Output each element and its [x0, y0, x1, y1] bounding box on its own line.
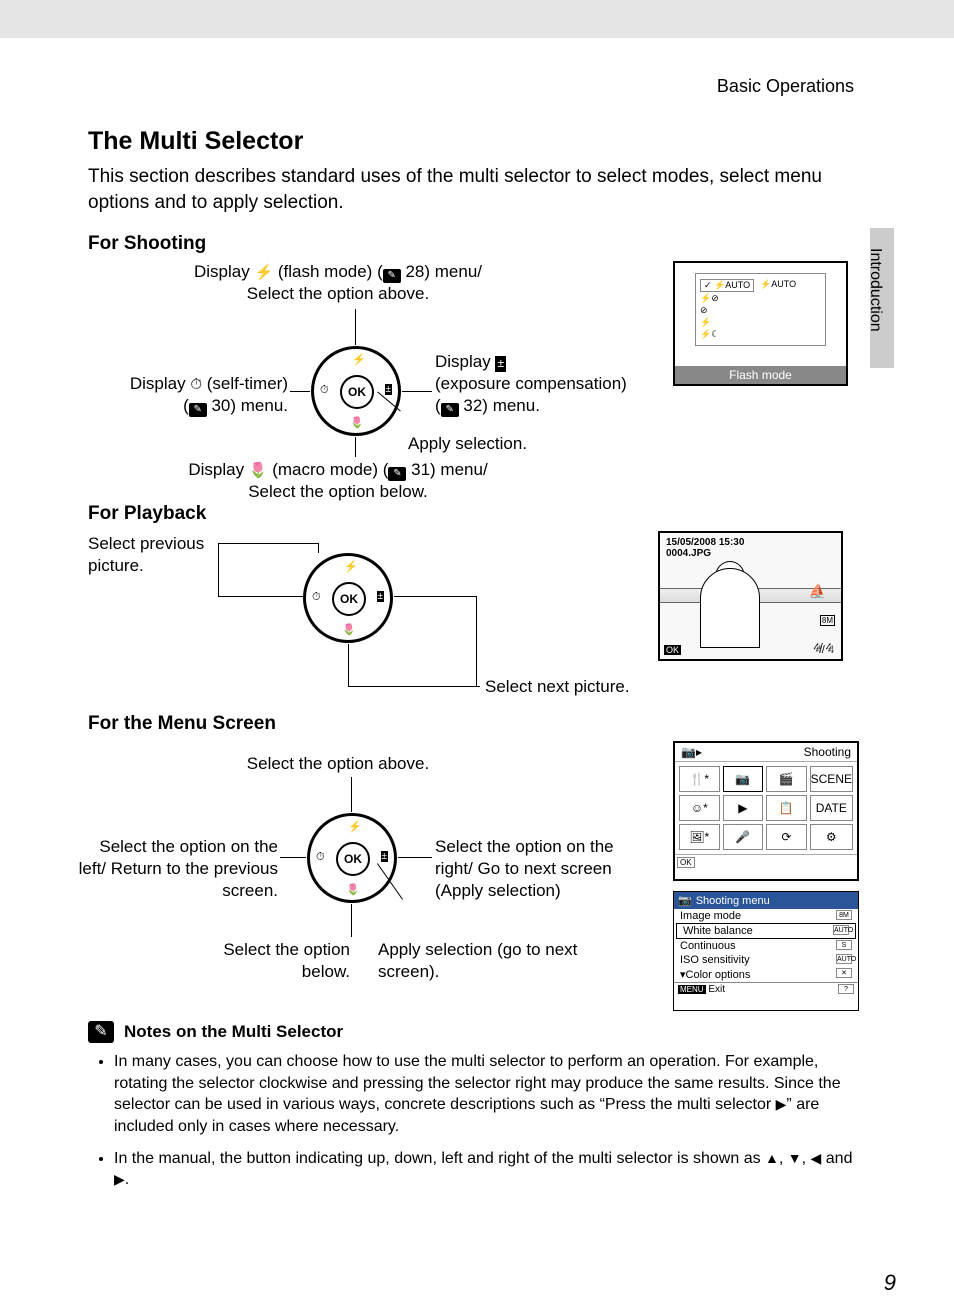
menu-item: ContinuousS — [674, 939, 858, 953]
playback-sailboat-icon: ⛵ — [809, 583, 826, 600]
down-arrow-icon: ▼ — [788, 1150, 802, 1166]
shooting-menu-title: Shooting menu — [696, 895, 770, 907]
right-arrow-icon: ▶ — [114, 1171, 125, 1187]
mode-cell: 🎬 — [766, 766, 807, 792]
menu-heading: For the Menu Screen — [88, 713, 866, 735]
shooting-top-annotation: Display ⚡ (flash mode) (✎ 28) menu/ Sele… — [148, 261, 528, 305]
mode-cell: 🍴* — [679, 766, 720, 792]
notes-icon: ✎ — [88, 1021, 114, 1043]
section-header: Basic Operations — [0, 38, 954, 97]
flash-mode-caption: Flash mode — [675, 366, 846, 384]
playback-diagram: Select previous picture. Select next pic… — [88, 531, 866, 701]
page-ref-icon: ✎ — [189, 403, 207, 417]
flash-option: ⚡AUTO — [760, 279, 796, 292]
camera-icon: 📷▸ — [681, 745, 702, 759]
dial-timer-icon: ⏱ — [320, 384, 329, 397]
help-icon: ? — [838, 984, 854, 994]
shooting-left-annotation: Display ⏱ (self-timer) (✎ 30) menu. — [78, 373, 288, 417]
menu-top-annotation: Select the option above. — [208, 753, 468, 775]
shooting-apply-annotation: Apply selection. — [408, 433, 527, 455]
menu-diagram: Select the option above. Select the opti… — [88, 741, 866, 1011]
page-ref-icon: ✎ — [383, 269, 401, 283]
playback-next-annotation: Select next picture. — [485, 676, 630, 698]
multi-selector-dial: ⚡ 🌷 ⏱ ± OK — [307, 813, 397, 903]
playback-counter: 4/ 4 — [815, 643, 833, 655]
flash-option: ⊘ — [700, 305, 708, 316]
intro-text: This section describes standard uses of … — [88, 164, 866, 215]
macro-icon: 🌷 — [249, 461, 268, 481]
menu-apply-annotation: Apply selection (go to next screen). — [378, 939, 578, 983]
flash-option-selected: ✓ ⚡AUTO — [700, 279, 754, 292]
flash-option: ⚡☾ — [700, 329, 719, 340]
menu-item-selected: White balanceAUTO — [676, 923, 856, 939]
dial-macro-icon: 🌷 — [350, 416, 364, 429]
ok-button: OK — [336, 842, 370, 876]
mode-cell: ☺* — [679, 795, 720, 821]
up-arrow-icon: ▲ — [765, 1150, 779, 1166]
menu-item: ▾Color options✕ — [674, 967, 858, 982]
mode-cell: ⚙ — [810, 824, 853, 850]
dial-exp-icon: ± — [385, 384, 393, 395]
right-arrow-icon: ▶ — [776, 1096, 787, 1112]
shooting-menu-screen: 📷 Shooting menu Image mode8M White balanc… — [673, 891, 859, 1011]
mode-cell: 📋 — [766, 795, 807, 821]
menu-left-annotation: Select the option on the left/ Return to… — [78, 836, 278, 902]
playback-timestamp: 15/05/2008 15:300004.JPG — [666, 537, 744, 559]
menu-badge: MENU — [678, 985, 706, 994]
flash-icon: ⚡ — [254, 263, 273, 283]
shooting-right-annotation: Display ± (exposure compensation) (✎ 32)… — [435, 351, 665, 417]
notes-header: ✎ Notes on the Multi Selector — [88, 1021, 866, 1043]
mode-grid-title: Shooting — [804, 745, 851, 759]
playback-person-body — [700, 568, 760, 648]
menu-right-annotation: Select the option on the right/ Go to ne… — [435, 836, 645, 902]
page-number: 9 — [884, 1270, 896, 1296]
multi-selector-dial: ⚡ 🌷 ⏱ ± OK — [303, 553, 393, 643]
menu-item: Image mode8M — [674, 909, 858, 923]
page-ref-icon: ✎ — [388, 467, 406, 481]
mode-cell: 🖼* — [679, 824, 720, 850]
page-title: The Multi Selector — [88, 127, 866, 156]
mode-cell-selected: 📷 — [723, 766, 764, 792]
mode-cell: ▶ — [723, 795, 764, 821]
left-arrow-icon: ◀ — [811, 1150, 822, 1166]
menu-bottom-annotation: Select the option below. — [180, 939, 350, 983]
exposure-comp-icon: ± — [495, 356, 506, 372]
shooting-heading: For Shooting — [88, 233, 866, 255]
side-label: Introduction — [866, 248, 884, 332]
playback-screen: 15/05/2008 15:300004.JPG ⛵ 4/ 4 OK 8M — [658, 531, 843, 661]
flash-option: ⚡⊘ — [700, 293, 719, 304]
mode-cell: DATE — [810, 795, 853, 821]
mode-cell: 🎤 — [723, 824, 764, 850]
note-item: In many cases, you can choose how to use… — [114, 1051, 866, 1137]
flash-mode-screen: ✓ ⚡AUTO ⚡AUTO ⚡⊘ ⊘ ⚡ ⚡☾ Flash mode — [673, 261, 848, 386]
note-item: In the manual, the button indicating up,… — [114, 1148, 866, 1191]
ok-button: OK — [332, 582, 366, 616]
ok-badge: OK — [677, 857, 695, 868]
notes-title: Notes on the Multi Selector — [124, 1022, 343, 1042]
camera-icon: 📷 — [678, 894, 692, 907]
multi-selector-dial: ⚡ 🌷 ⏱ ± OK — [311, 346, 401, 436]
self-timer-icon: ⏱ — [190, 375, 202, 395]
playback-prev-annotation: Select previous picture. — [88, 533, 238, 577]
ok-button: OK — [340, 375, 374, 409]
page-ref-icon: ✎ — [441, 403, 459, 417]
notes-list: In many cases, you can choose how to use… — [88, 1051, 866, 1191]
mode-cell: SCENE — [810, 766, 853, 792]
flash-option: ⚡ — [700, 317, 711, 328]
mode-cell: ⟳ — [766, 824, 807, 850]
playback-ok-icon: OK — [664, 645, 681, 655]
shooting-bottom-annotation: Display 🌷 (macro mode) (✎ 31) menu/ Sele… — [118, 459, 558, 503]
mode-grid-screen: 📷▸ Shooting 🍴* 📷 🎬 SCENE ☺* ▶ 📋 DATE 🖼* 🎤… — [673, 741, 859, 881]
shooting-diagram: Display ⚡ (flash mode) (✎ 28) menu/ Sele… — [88, 261, 866, 491]
image-size-badge: 8M — [820, 615, 835, 626]
menu-item: ISO sensitivityAUTO — [674, 953, 858, 967]
playback-heading: For Playback — [88, 503, 866, 525]
dial-flash-icon: ⚡ — [352, 353, 366, 366]
